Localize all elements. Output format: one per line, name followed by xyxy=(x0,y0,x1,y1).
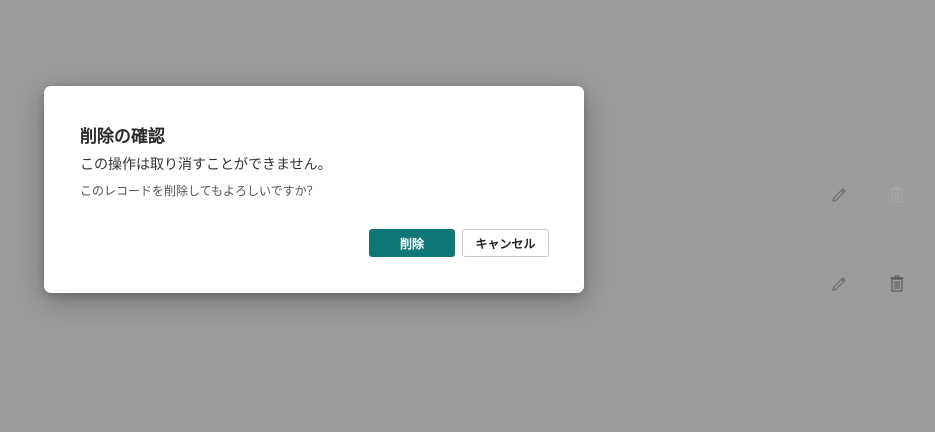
page: 削除の確認 この操作は取り消すことができません。 このレコードを削除してもよろし… xyxy=(0,0,935,432)
dialog-message: この操作は取り消すことができません。 xyxy=(80,157,332,173)
dialog-title: 削除の確認 xyxy=(80,127,165,147)
row-actions xyxy=(829,185,907,205)
delete-row-button[interactable] xyxy=(887,185,907,205)
dialog-submessage: このレコードを削除してもよろしいですか？ xyxy=(80,184,319,198)
edit-button[interactable] xyxy=(829,274,849,294)
row-actions xyxy=(829,274,907,294)
confirm-delete-dialog: 削除の確認 この操作は取り消すことができません。 このレコードを削除してもよろし… xyxy=(44,86,584,293)
delete-button[interactable]: 削除 xyxy=(369,229,455,257)
edit-icon xyxy=(832,188,846,202)
trash-icon xyxy=(890,275,904,292)
edit-icon xyxy=(832,277,846,291)
edit-button[interactable] xyxy=(829,185,849,205)
delete-row-button[interactable] xyxy=(887,274,907,294)
trash-icon xyxy=(890,186,904,203)
cancel-button[interactable]: キャンセル xyxy=(462,229,549,257)
